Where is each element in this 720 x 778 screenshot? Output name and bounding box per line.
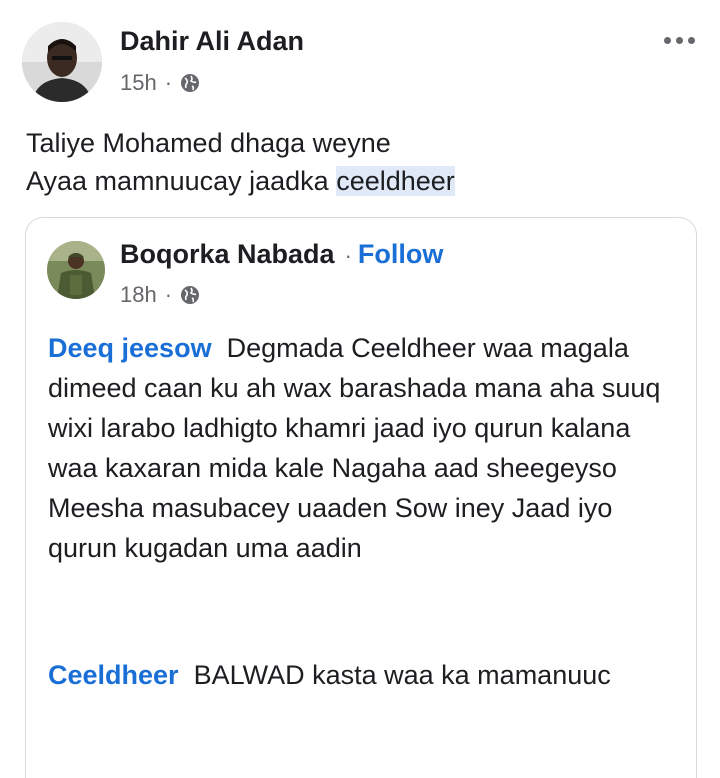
follow-button[interactable]: Follow xyxy=(358,239,443,270)
shared-author-name[interactable]: Boqorka Nabada xyxy=(120,239,335,270)
post-text: Taliye Mohamed dhaga weyne Ayaa mamnuuca… xyxy=(26,124,696,200)
post-line-1: Taliye Mohamed dhaga weyne xyxy=(26,128,391,158)
post-meta: 15h · xyxy=(120,70,200,96)
comment-2-author[interactable]: Ceeldheer xyxy=(48,660,179,690)
meta-separator: · xyxy=(164,70,173,95)
shared-time[interactable]: 18h xyxy=(120,282,157,308)
follow-separator: · xyxy=(344,243,352,268)
globe-icon xyxy=(181,286,200,304)
comment-1-text: Degmada Ceeldheer waa magala dimeed caan… xyxy=(48,333,661,563)
author-avatar[interactable] xyxy=(22,22,102,102)
comment-1-author[interactable]: Deeq jeesow xyxy=(48,333,212,363)
post-author-name[interactable]: Dahir Ali Adan xyxy=(120,26,304,57)
comment-1: Deeq jeesow Degmada Ceeldheer waa magala… xyxy=(48,328,678,568)
comment-2-text: BALWAD kasta waa ka mamanuuc xyxy=(193,660,611,690)
comment-2: Ceeldheer BALWAD kasta waa ka mamanuuc xyxy=(48,655,678,695)
shared-header: Boqorka Nabada · Follow xyxy=(120,239,443,270)
shared-meta: 18h · xyxy=(120,282,200,308)
post-time[interactable]: 15h xyxy=(120,70,157,96)
shared-author-avatar[interactable] xyxy=(47,241,105,299)
hashtag-highlight[interactable]: ceeldheer xyxy=(336,166,455,196)
more-options-icon[interactable] xyxy=(664,37,695,44)
post-line-2-text: Ayaa mamnuucay jaadka xyxy=(26,166,337,196)
globe-icon xyxy=(181,74,200,92)
shared-meta-separator: · xyxy=(164,282,173,307)
post-line-2: Ayaa mamnuucay jaadka ceeldheer xyxy=(26,162,696,200)
